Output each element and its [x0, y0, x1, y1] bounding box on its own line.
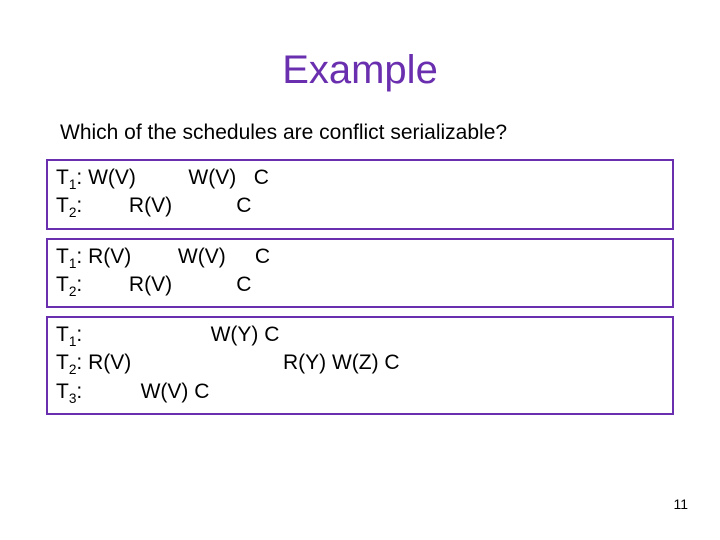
schedule-box: T1: W(V) W(V) CT2: R(V) C: [46, 159, 674, 230]
schedule-line: T2: R(V) C: [56, 193, 664, 221]
schedule-box: T1: R(V) W(V) CT2: R(V) C: [46, 238, 674, 309]
schedule-boxes-container: T1: W(V) W(V) CT2: R(V) CT1: R(V) W(V) C…: [0, 159, 720, 415]
question-text: Which of the schedules are conflict seri…: [60, 121, 660, 145]
page-title: Example: [0, 0, 720, 121]
schedule-line: T1: W(V) W(V) C: [56, 165, 664, 193]
schedule-box: T1: W(Y) CT2: R(V) R(Y) W(Z) CT3: W(V) C: [46, 316, 674, 415]
schedule-line: T1: R(V) W(V) C: [56, 244, 664, 272]
page-number: 11: [673, 496, 688, 512]
schedule-line: T1: W(Y) C: [56, 322, 664, 350]
schedule-line: T2: R(V) R(Y) W(Z) C: [56, 350, 664, 378]
schedule-line: T3: W(V) C: [56, 379, 664, 407]
schedule-line: T2: R(V) C: [56, 272, 664, 300]
